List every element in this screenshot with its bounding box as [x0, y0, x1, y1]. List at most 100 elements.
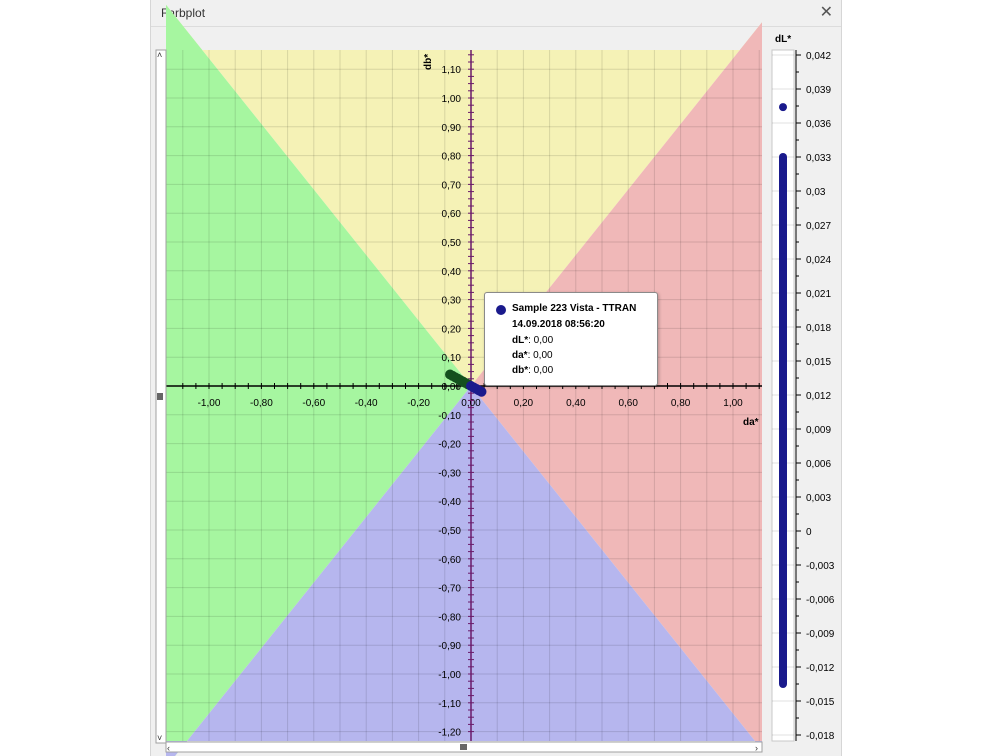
- y-tick-label: -0,90: [438, 641, 461, 652]
- x-tick-label: 0,20: [514, 398, 534, 409]
- y-tick-label: 1,00: [442, 94, 462, 105]
- y-tick-label: -0,10: [438, 411, 461, 422]
- x-tick-label: -0,40: [355, 398, 378, 409]
- dl-tick-label: 0,009: [806, 425, 831, 436]
- sample-tooltip: Sample 223 Vista - TTRAN 14.09.2018 08:5…: [484, 292, 658, 386]
- dl-point-band: [779, 463, 787, 497]
- dl-point-band: [779, 678, 787, 684]
- dl-tick-label: 0,006: [806, 459, 831, 470]
- dl-tick-label: 0,033: [806, 153, 831, 164]
- dl-tick-label: -0,018: [806, 731, 835, 742]
- x-axis-label: da*: [743, 417, 759, 428]
- y-tick-label: -0,40: [438, 497, 461, 508]
- dl-axis-ticks: 0,042 0,039 0,036 0,033 0,03 0,027 0,024 0,021 0…: [796, 51, 835, 742]
- dl-tick-label: -0,009: [806, 629, 835, 640]
- dl-point-band: [779, 497, 787, 531]
- y-tick-label: -0,30: [438, 468, 461, 479]
- x-tick-label: 1,00: [723, 398, 743, 409]
- y-tick-label: 0,20: [442, 324, 462, 335]
- y-tick-label: 0,90: [442, 123, 462, 134]
- dl-tick-label: 0,015: [806, 357, 831, 368]
- dl-point-band: [779, 361, 787, 395]
- dl-point-band: [779, 633, 787, 645]
- dl-point-band: [779, 667, 787, 673]
- x-tick-label: 0,80: [671, 398, 691, 409]
- dl-tick-label: 0,012: [806, 391, 831, 402]
- dl-side-chart[interactable]: 0,042 0,039 0,036 0,033 0,03 0,027 0,024 0,021 0…: [771, 34, 835, 742]
- vertical-scrollbar[interactable]: ˄ ˅: [155, 49, 167, 744]
- dl-tick-label: 0,03: [806, 187, 826, 198]
- point-blue: [476, 386, 487, 397]
- dl-point-band: [779, 253, 787, 262]
- dl-tick-label: 0,027: [806, 221, 831, 232]
- scroll-left-icon[interactable]: ‹: [167, 743, 170, 753]
- scroll-right-icon[interactable]: ›: [755, 743, 758, 753]
- dl-point-band: [779, 565, 787, 599]
- dl-point-band: [779, 531, 787, 565]
- dl-tick-label: -0,006: [806, 595, 835, 606]
- dl-tick-label: 0,039: [806, 85, 831, 96]
- dl-tick-label: 0,042: [806, 51, 831, 62]
- dl-point-band: [779, 245, 787, 254]
- y-tick-label: -0,80: [438, 612, 461, 623]
- dl-point-band: [779, 293, 787, 327]
- y-tick-label: -0,70: [438, 584, 461, 595]
- dl-point-band: [779, 261, 787, 271]
- y-tick-label: 0,50: [442, 238, 462, 249]
- dl-tick-label: -0,003: [806, 561, 835, 572]
- scroll-down-icon[interactable]: ˅: [157, 733, 162, 743]
- tooltip-datetime: 14.09.2018 08:56:20: [512, 319, 605, 330]
- vertical-scroll-thumb[interactable]: [157, 393, 163, 400]
- y-tick-label: 0,60: [442, 209, 462, 220]
- y-tick-label: 0,80: [442, 152, 462, 163]
- dl-tick-label: 0,018: [806, 323, 831, 334]
- dl-point-band: [779, 236, 787, 246]
- dl-point-band: [779, 219, 787, 228]
- dl-point-band: [779, 227, 787, 237]
- horizontal-scrollbar[interactable]: ‹ ›: [165, 741, 763, 753]
- dl-point-band: [779, 650, 787, 656]
- dl-point-band: [779, 599, 787, 622]
- dl-tick-label: 0,036: [806, 119, 831, 130]
- tooltip-row-dl: dL*: 0,00: [512, 335, 554, 346]
- tooltip-row-da: da*: 0,00: [512, 350, 553, 361]
- dl-point-band: [779, 202, 787, 212]
- y-tick-label: -0,20: [438, 440, 461, 451]
- y-tick-label: -0,60: [438, 555, 461, 566]
- dl-point-band: [779, 211, 787, 220]
- dl-point-band: [779, 185, 787, 194]
- y-tick-label: -1,00: [438, 670, 461, 681]
- dl-tick-label: 0,003: [806, 493, 831, 504]
- color-plot-chart[interactable]: -1,00 -0,80 -0,60 -0,40 -0,20 0,00 0,20 0,40 0,6…: [166, 4, 762, 756]
- dl-point-band: [779, 270, 787, 293]
- y-tick-label: -0,50: [438, 526, 461, 537]
- dl-point-band: [779, 168, 787, 178]
- dl-point-band: [779, 177, 787, 186]
- dl-point-band: [779, 621, 787, 633]
- dl-point-band: [779, 193, 787, 203]
- dl-point-band: [779, 655, 787, 667]
- y-axis-label: db*: [423, 54, 434, 70]
- horizontal-scroll-thumb[interactable]: [460, 744, 467, 750]
- scroll-up-icon[interactable]: ˄: [157, 50, 162, 60]
- dl-point: [779, 103, 787, 112]
- dl-point-band: [779, 644, 787, 650]
- y-tick-label: 1,10: [442, 65, 462, 76]
- y-tick-label: 0,40: [442, 267, 462, 278]
- dl-point-band: [779, 429, 787, 463]
- dl-tick-label: -0,015: [806, 697, 835, 708]
- dl-point-band: [779, 327, 787, 361]
- x-tick-label: -0,60: [302, 398, 325, 409]
- dl-tick-label: 0,024: [806, 255, 831, 266]
- x-tick-label: -1,00: [198, 398, 221, 409]
- dl-axis-label: dL*: [775, 34, 791, 45]
- y-tick-label: -1,10: [438, 699, 461, 710]
- sample-color-dot: [496, 305, 506, 315]
- tooltip-sample-name: Sample 223 Vista - TTRAN: [512, 303, 637, 314]
- x-tick-label: -0,80: [250, 398, 273, 409]
- dl-tick-label: 0: [806, 527, 812, 538]
- dl-tick-label: -0,012: [806, 663, 835, 674]
- x-tick-label: 0,60: [618, 398, 638, 409]
- y-tick-label: 0,30: [442, 296, 462, 307]
- tooltip-row-db: db*: 0,00: [512, 365, 554, 376]
